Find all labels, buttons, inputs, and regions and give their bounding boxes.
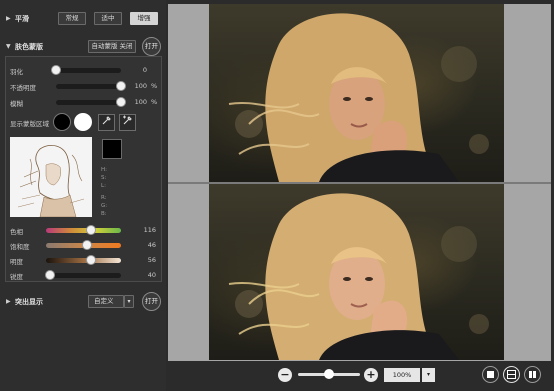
zoom-in-button[interactable]: +: [364, 368, 378, 382]
zoom-level-field[interactable]: 100%: [384, 368, 420, 382]
saturation-label: 饱和度: [10, 243, 30, 251]
lightness-info-label: L:: [101, 183, 106, 189]
highlight-open-button[interactable]: 打开: [142, 292, 161, 311]
sharpness-slider[interactable]: [46, 273, 121, 278]
eyedropper-icon[interactable]: [98, 114, 115, 131]
eyedropper-plus-icon[interactable]: [119, 114, 136, 131]
split-vertical-view-icon[interactable]: [524, 366, 541, 383]
single-view-icon[interactable]: [482, 366, 499, 383]
opacity-unit: %: [151, 82, 158, 90]
mask-preview-thumbnail: [10, 137, 92, 217]
blur-slider[interactable]: [56, 100, 121, 105]
highlight-mode-dropdown[interactable]: 自定义: [88, 295, 124, 308]
color-mask-section: 羽化 0 不透明度 100 % 模糊 100 % 显示蒙版区域 H: S: L:…: [5, 56, 162, 282]
retouched-photo: [209, 184, 504, 360]
feather-slider-knob[interactable]: [51, 65, 61, 75]
hue-slider-knob[interactable]: [86, 225, 96, 235]
saturation-value: 46: [147, 241, 156, 249]
black-mask-swatch[interactable]: [53, 113, 71, 131]
lightness-value: 56: [147, 256, 156, 264]
smoothing-title: 平滑: [15, 15, 29, 23]
color-mask-open-button[interactable]: 打开: [142, 37, 161, 56]
opacity-slider[interactable]: [56, 84, 121, 89]
opacity-label: 不透明度: [10, 84, 36, 92]
opacity-slider-knob[interactable]: [116, 81, 126, 91]
highlight-mode-value: 自定义: [94, 297, 114, 305]
sharpness-value: 40: [147, 271, 156, 279]
feather-label: 羽化: [10, 68, 23, 76]
opacity-value: 100: [134, 82, 147, 90]
blur-unit: %: [151, 98, 158, 106]
blur-label: 模糊: [10, 100, 23, 108]
blue-info-label: B:: [101, 211, 107, 217]
chevron-down-icon[interactable]: ▾: [124, 295, 134, 308]
lightness-label: 明度: [10, 258, 23, 266]
display-mask-label: 显示蒙版区域: [10, 120, 49, 128]
sharpness-slider-knob[interactable]: [44, 270, 55, 280]
blur-value: 100: [134, 98, 147, 106]
hue-value: 116: [143, 226, 156, 234]
chevron-down-icon[interactable]: ▾: [422, 368, 435, 382]
smoothing-mode-normal[interactable]: 常规: [58, 12, 86, 25]
expand-triangle-icon[interactable]: ▼: [6, 43, 11, 50]
hue-info-label: H:: [101, 167, 107, 173]
green-info-label: G:: [101, 203, 108, 209]
highlight-title: 突出显示: [15, 298, 43, 306]
smoothing-mode-enhanced[interactable]: 增强: [130, 12, 158, 25]
lightness-slider[interactable]: [46, 258, 121, 263]
zoom-slider-knob[interactable]: [324, 369, 334, 379]
color-mask-title: 肤色蒙版: [15, 43, 43, 51]
red-info-label: R:: [101, 195, 107, 201]
blur-slider-knob[interactable]: [116, 97, 126, 107]
split-horizontal-view-icon[interactable]: [503, 366, 520, 383]
collapse-triangle-icon[interactable]: ▶: [6, 15, 11, 22]
sharpness-label: 锐度: [10, 273, 23, 281]
hue-label: 色相: [10, 228, 23, 236]
saturation-info-label: S:: [101, 175, 107, 181]
feather-value: 0: [142, 66, 147, 74]
original-photo: [209, 4, 504, 182]
auto-mask-button[interactable]: 自动蒙版 关闭: [88, 40, 136, 53]
saturation-slider-knob[interactable]: [82, 240, 93, 250]
hue-slider[interactable]: [46, 228, 121, 233]
white-mask-swatch[interactable]: [74, 113, 92, 131]
adjustment-panel: ▶ 平滑 常规 适中 增强 ▼ 肤色蒙版 自动蒙版 关闭 打开 羽化 0 不透明…: [0, 0, 166, 391]
feather-slider[interactable]: [56, 68, 121, 73]
collapse-triangle-icon[interactable]: ▶: [6, 298, 11, 305]
lightness-slider-knob[interactable]: [86, 255, 96, 265]
smoothing-mode-medium[interactable]: 适中: [94, 12, 122, 25]
selected-color-swatch[interactable]: [102, 139, 122, 159]
zoom-out-button[interactable]: −: [278, 368, 292, 382]
